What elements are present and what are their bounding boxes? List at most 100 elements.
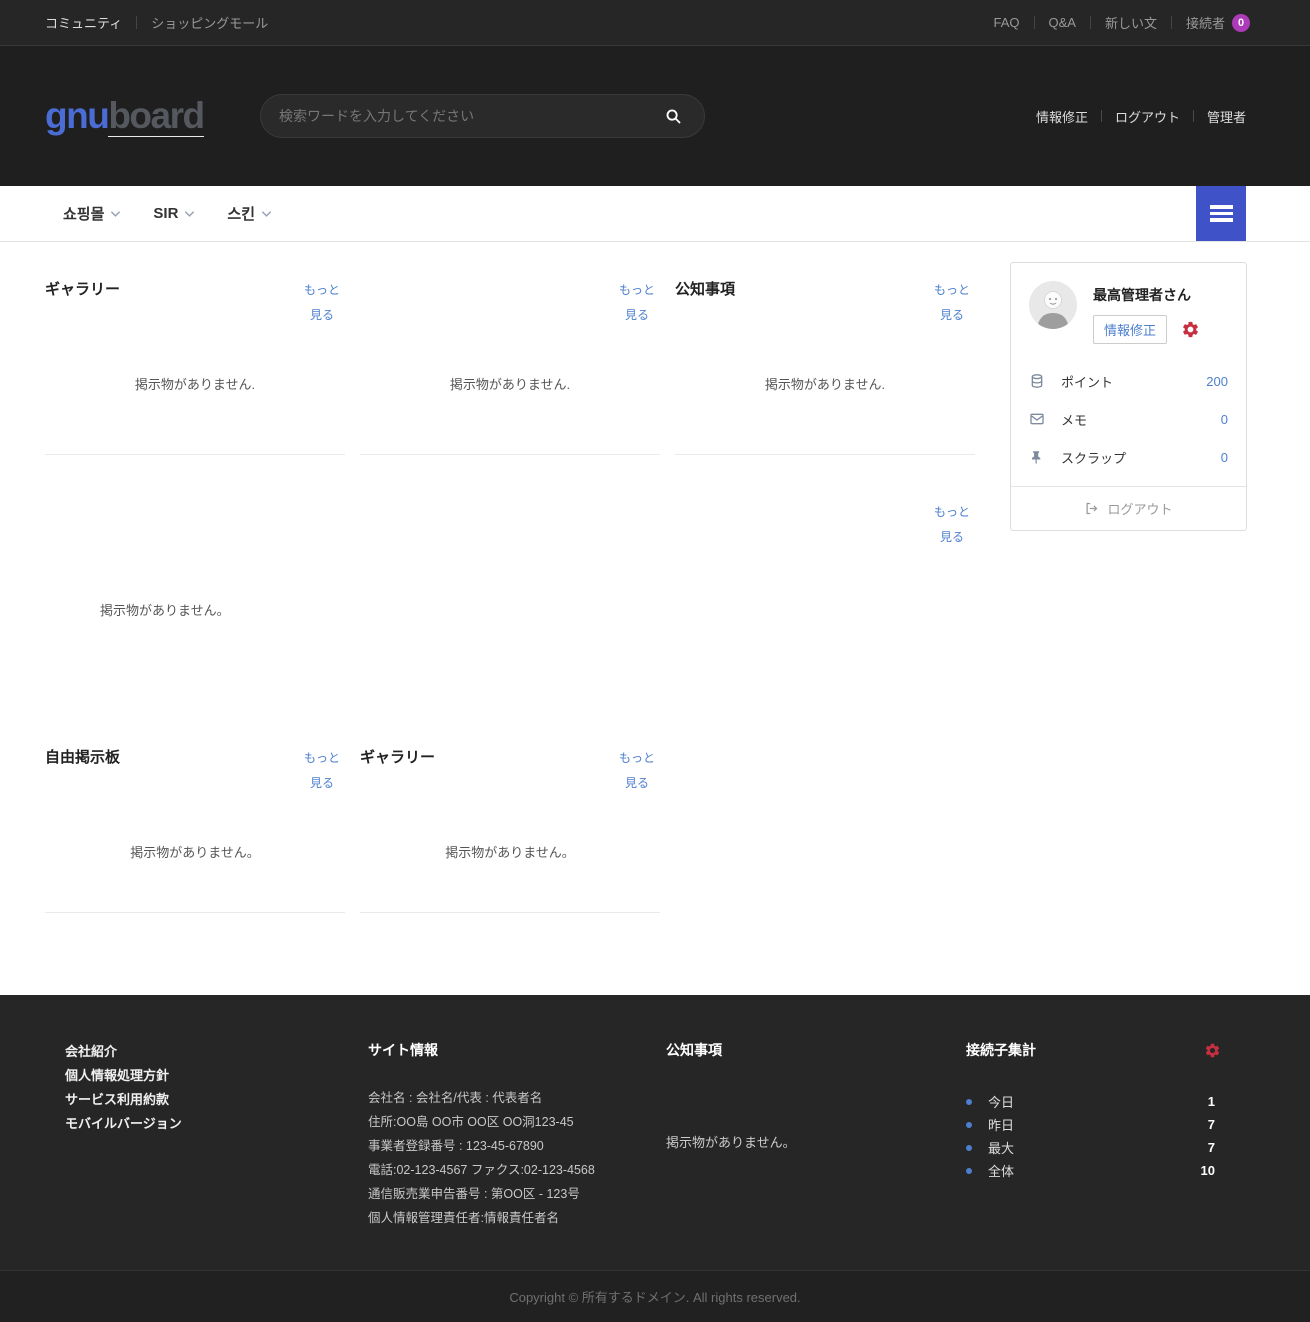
stat-row-today: 今日 1 (966, 1090, 1221, 1113)
header: gnuboard 情報修正 ログアウト 管理者 (0, 46, 1310, 186)
stat-label: 昨日 (988, 1115, 1014, 1134)
footer: 会社紹介 個人情報処理方針 サービス利用約款 モバイルバージョン サイト情報 会… (0, 995, 1310, 1270)
points-label: ポイント (1061, 372, 1113, 391)
search-button[interactable] (661, 104, 686, 129)
main-nav: 쇼핑몰 SIR 스킨 (0, 186, 1310, 242)
stats-title: 接続子集計 (966, 1040, 1036, 1060)
nav-item-label: 스킨 (227, 203, 255, 224)
board-gallery: ギャラリー もっと見る 掲示物がありません. (45, 262, 345, 455)
site-info-title: サイト情報 (368, 1040, 666, 1060)
empty-message: 掲示物がありません。 (360, 842, 660, 861)
header-link-edit-info[interactable]: 情報修正 (1036, 107, 1088, 126)
hamburger-icon (1210, 212, 1233, 216)
copyright-bar: Copyright © 所有するドメイン. All rights reserve… (0, 1270, 1310, 1322)
footer-link-terms[interactable]: サービス利用約款 (65, 1088, 368, 1112)
scrap-row[interactable]: スクラップ 0 (1029, 438, 1228, 476)
search-bar (260, 94, 705, 138)
scrap-value: 0 (1221, 450, 1228, 465)
edit-info-button[interactable]: 情報修正 (1093, 315, 1167, 344)
topbar: コミュニティ ショッピングモール FAQ Q&A 新しい文 接続者 0 (0, 0, 1310, 46)
stat-row-total: 全体 10 (966, 1159, 1221, 1182)
topbar-link-qna[interactable]: Q&A (1049, 15, 1076, 30)
site-info-line: 会社名 : 会社名/代表 : 代表者名 (368, 1086, 666, 1110)
stat-label: 全体 (988, 1161, 1014, 1180)
site-info-line: 事業者登録番号 : 123-45-67890 (368, 1134, 666, 1158)
stat-value: 7 (1208, 1117, 1221, 1132)
site-info-line: 電話:02-123-4567 ファクス:02-123-4568 (368, 1158, 666, 1182)
topbar-link-community[interactable]: コミュニティ (45, 13, 122, 32)
notice-title: 公知事項 (666, 1040, 966, 1060)
memo-label: メモ (1061, 410, 1087, 429)
stat-value: 10 (1201, 1163, 1221, 1178)
board-latest-wide: もっと見る 掲示物がありません。 (45, 490, 975, 730)
nav-item-shopping[interactable]: 쇼핑몰 (63, 203, 121, 224)
footer-site-info: サイト情報 会社名 : 会社名/代表 : 代表者名 住所:OO島 OO市 OO区… (368, 1040, 666, 1230)
nav-item-label: 쇼핑몰 (63, 203, 104, 224)
site-info-line: 個人情報管理責任者:情報責任者名 (368, 1206, 666, 1230)
header-link-logout[interactable]: ログアウト (1115, 107, 1180, 126)
stat-row-yesterday: 昨日 7 (966, 1113, 1221, 1136)
board-title: ギャラリー (45, 278, 120, 299)
nav-item-skin[interactable]: 스킨 (227, 203, 272, 224)
divider (1090, 16, 1091, 29)
chevron-down-icon (255, 210, 272, 218)
hamburger-menu-button[interactable] (1196, 186, 1246, 241)
empty-message: 掲示物がありません. (45, 374, 345, 393)
search-input[interactable] (279, 108, 661, 124)
main-content: ギャラリー もっと見る 掲示物がありません. もっと見る 掲示物がありません. … (0, 242, 1310, 995)
logout-button[interactable]: ログアウト (1011, 486, 1246, 530)
board-title: 自由掲示板 (45, 746, 120, 767)
bullet-icon (966, 1122, 972, 1128)
board-notice: 公知事項 もっと見る 掲示物がありません. (675, 262, 975, 455)
footer-visitor-stats: 接続子集計 今日 1 昨日 7 最大 (966, 1040, 1221, 1230)
more-link[interactable]: もっと見る (299, 746, 345, 796)
topbar-link-shopping-mall[interactable]: ショッピングモール (151, 13, 268, 32)
empty-message: 掲示物がありません。 (666, 1132, 966, 1151)
topbar-link-new-posts[interactable]: 新しい文 (1105, 13, 1157, 32)
search-icon (665, 108, 682, 125)
footer-link-mobile[interactable]: モバイルバージョン (65, 1112, 368, 1136)
divider (136, 16, 137, 29)
hamburger-icon (1210, 218, 1233, 222)
topbar-link-faq[interactable]: FAQ (993, 15, 1019, 30)
board-title: 公知事項 (675, 278, 735, 299)
logo-text-gnu: gnu (45, 95, 108, 136)
divider (1101, 110, 1102, 122)
more-link[interactable]: もっと見る (299, 278, 345, 328)
memo-row[interactable]: メモ 0 (1029, 400, 1228, 438)
stat-value: 7 (1208, 1140, 1221, 1155)
more-link[interactable]: もっと見る (929, 278, 975, 328)
site-info-line: 通信販売業申告番号 : 第OO区 - 123号 (368, 1182, 666, 1206)
board-free-board: 自由掲示板 もっと見る 掲示物がありません。 (45, 730, 345, 913)
logout-icon (1084, 501, 1099, 516)
empty-message: 掲示物がありません。 (45, 842, 345, 861)
header-link-admin[interactable]: 管理者 (1207, 107, 1246, 126)
logo-text-board: board (108, 95, 203, 137)
gear-icon[interactable] (1181, 320, 1200, 339)
nav-item-label: SIR (153, 205, 178, 222)
board-gallery-2: ギャラリー もっと見る 掲示物がありません。 (360, 730, 660, 913)
footer-link-privacy[interactable]: 個人情報処理方針 (65, 1064, 368, 1088)
gear-icon[interactable] (1204, 1042, 1221, 1059)
more-link[interactable]: もっと見る (614, 746, 660, 796)
footer-link-company[interactable]: 会社紹介 (65, 1040, 368, 1064)
stat-label: 最大 (988, 1138, 1014, 1157)
memo-value: 0 (1221, 412, 1228, 427)
site-logo[interactable]: gnuboard (45, 95, 204, 137)
empty-message: 掲示物がありません. (675, 374, 975, 393)
empty-message: 掲示物がありません。 (100, 600, 230, 619)
topbar-link-connected-users[interactable]: 接続者 (1186, 13, 1225, 32)
hamburger-icon (1210, 205, 1233, 209)
points-row[interactable]: ポイント 200 (1029, 362, 1228, 400)
stat-value: 1 (1208, 1094, 1221, 1109)
user-name: 最高管理者さん (1093, 281, 1200, 305)
points-value: 200 (1206, 374, 1228, 389)
more-link[interactable]: もっと見る (614, 278, 660, 328)
user-panel: 最高管理者さん 情報修正 ポイント 200 (1010, 262, 1247, 531)
more-link[interactable]: もっと見る (929, 500, 975, 550)
divider (1034, 16, 1035, 29)
pushpin-icon (1029, 450, 1046, 465)
scrap-label: スクラップ (1061, 448, 1126, 467)
stat-row-max: 最大 7 (966, 1136, 1221, 1159)
nav-item-sir[interactable]: SIR (153, 205, 195, 222)
